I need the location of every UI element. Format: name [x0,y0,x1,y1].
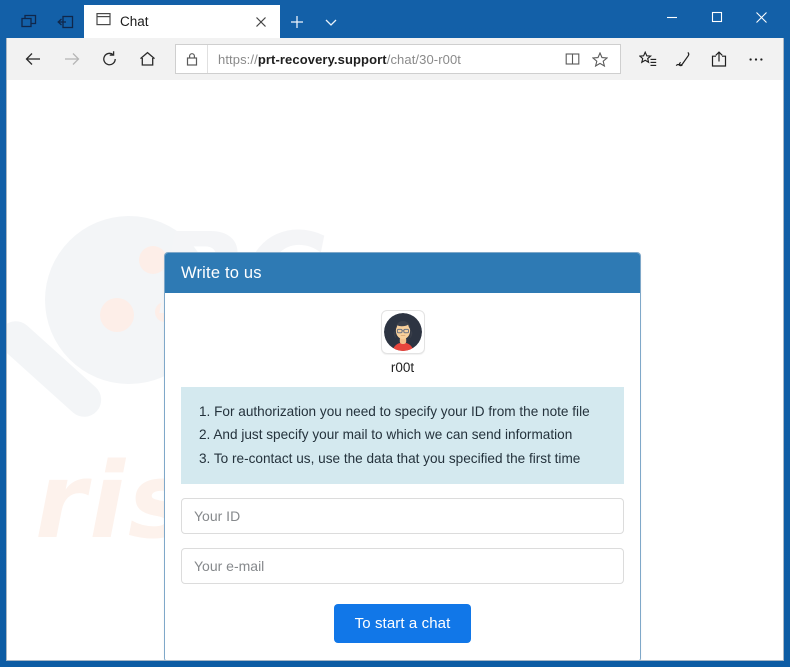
titlebar: Chat [6,0,784,38]
id-input[interactable] [194,508,611,525]
instruction-item: 3. To re-contact us, use the data that y… [199,450,581,466]
email-input[interactable] [194,558,611,575]
page-viewport: PC risk.com Write to us [7,80,783,660]
agent-block: r00t [181,310,624,375]
chat-card-body: r00t 1. For authorization you need to sp… [165,293,640,660]
tab-favicon-icon [96,12,111,31]
tabstrip: Chat [84,0,348,38]
url-text[interactable]: https://prt-recovery.support/chat/30-r00… [218,52,558,67]
show-tabs-aside-icon[interactable] [12,7,46,37]
page-title: Write to us [181,263,262,282]
share-icon[interactable] [703,43,737,75]
address-bar[interactable]: https://prt-recovery.support/chat/30-r00… [175,44,621,74]
tab-close-icon[interactable] [248,9,274,35]
web-note-pen-icon[interactable] [667,43,701,75]
reading-view-icon[interactable] [558,46,586,72]
agent-name: r00t [390,360,415,375]
tab-title: Chat [120,14,149,29]
padlock-icon [176,45,208,73]
id-field-wrapper[interactable] [181,498,624,535]
avatar [380,310,425,354]
chevron-down-icon[interactable] [314,7,348,37]
chat-card: Write to us r00t 1. For authorization yo… [164,252,641,660]
tab-system-icons [6,6,84,38]
operator-avatar-icon [383,313,422,351]
refresh-icon[interactable] [91,42,127,76]
tab-chat[interactable]: Chat [84,5,280,38]
hub-favorites-icon[interactable] [631,43,665,75]
window-controls [649,0,784,34]
navigation-toolbar: https://prt-recovery.support/chat/30-r00… [7,38,783,80]
more-settings-icon[interactable] [739,43,773,75]
browser-chrome: https://prt-recovery.support/chat/30-r00… [6,38,784,661]
new-tab-icon[interactable] [280,7,314,37]
instruction-item: 1. For authorization you need to specify… [199,404,590,419]
minimize-button[interactable] [649,0,694,34]
watermark-dot [100,298,134,332]
email-field-wrapper[interactable] [181,548,624,585]
set-tabs-aside-icon[interactable] [48,7,82,37]
home-icon[interactable] [129,42,165,76]
chat-card-header: Write to us [165,253,640,293]
forward-icon[interactable] [53,42,89,76]
back-icon[interactable] [15,42,51,76]
instructions-box: 1. For authorization you need to specify… [181,387,624,485]
browser-window: Chat https://prt-recovery.support/chat/3… [0,0,790,667]
maximize-button[interactable] [694,0,739,34]
close-button[interactable] [739,0,784,34]
tabbar-actions [280,5,348,38]
favorite-star-icon[interactable] [586,46,614,72]
instruction-item: 2. And just specify your mail to which w… [199,427,573,443]
start-chat-button[interactable]: To start a chat [333,604,472,644]
watermark-dot [139,246,167,274]
submit-row: To start a chat [181,604,624,644]
